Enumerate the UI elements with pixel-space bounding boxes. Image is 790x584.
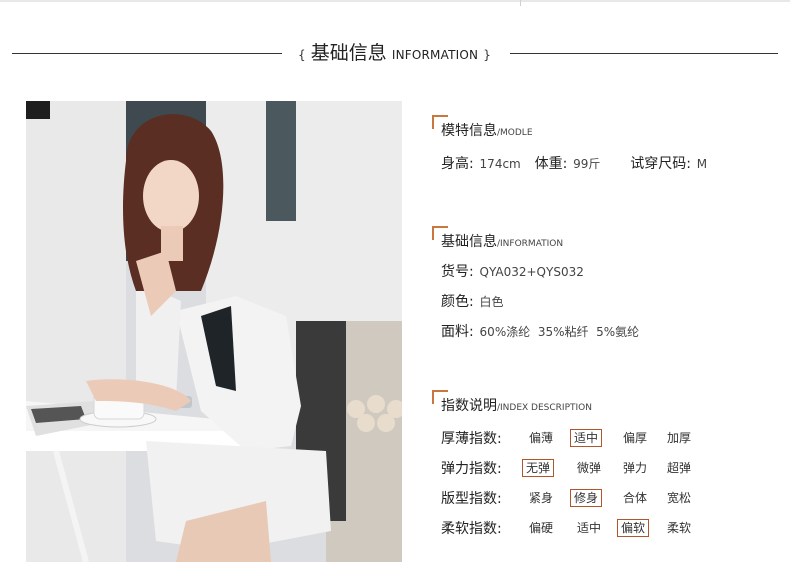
color-value: 白色	[479, 295, 504, 309]
basic-info-title-cn: 基础信息	[441, 234, 497, 250]
sku-row: 货号: QYA032+QYS032	[441, 261, 584, 281]
header-title-en: INFORMATION	[391, 48, 479, 62]
header-title: { 基础信息 INFORMATION }	[298, 38, 491, 68]
sku-value: QYA032+QYS032	[479, 265, 584, 279]
color-row: 颜色: 白色	[441, 291, 504, 311]
index-option: 弹力	[623, 461, 648, 475]
weight-value: 99斤	[573, 157, 601, 171]
header-brace-open: {	[298, 48, 306, 62]
index-option-selected: 适中	[570, 429, 603, 447]
index-option-selected: 偏软	[617, 519, 650, 537]
header-title-cn: 基础信息	[310, 42, 387, 64]
header-line-right	[510, 53, 778, 54]
height-value: 174cm	[479, 157, 521, 171]
index-option-selected: 修身	[570, 489, 603, 507]
header-line-left	[12, 53, 282, 54]
index-title-cn: 指数说明	[441, 398, 497, 414]
index-option: 适中	[577, 521, 602, 535]
index-label: 厚薄指数:	[441, 431, 502, 447]
index-label: 版型指数:	[441, 491, 502, 507]
index-option: 加厚	[667, 431, 692, 445]
index-title: 指数说明/INDEX DESCRIPTION	[441, 395, 592, 415]
index-title-en: /INDEX DESCRIPTION	[497, 403, 592, 413]
size-label: 试穿尺码:	[630, 156, 691, 172]
index-option: 偏厚	[623, 431, 648, 445]
basic-info-title-en: /INFORMATION	[497, 239, 564, 249]
index-option: 偏薄	[529, 431, 554, 445]
index-label: 柔软指数:	[441, 521, 502, 537]
height-label: 身高:	[441, 156, 474, 172]
header-brace-close: }	[483, 48, 491, 62]
model-info-title: 模特信息/MODLE	[441, 120, 533, 140]
index-option: 合体	[623, 491, 648, 505]
weight-label: 体重:	[534, 156, 568, 172]
index-option-selected: 无弹	[522, 459, 555, 477]
model-info-title-en: /MODLE	[497, 128, 533, 138]
sku-label: 货号:	[441, 264, 474, 280]
fabric-row: 面料: 60%涤纶 35%粘纤 5%氨纶	[441, 321, 639, 341]
model-measurements-row: 身高: 174cm 体重: 99斤 试穿尺码: M	[441, 153, 707, 173]
model-info-title-cn: 模特信息	[441, 123, 497, 139]
index-option: 超弹	[667, 461, 692, 475]
size-value: M	[696, 157, 708, 171]
top-divider-tick	[520, 0, 521, 6]
index-option: 柔软	[667, 521, 692, 535]
basic-info-title: 基础信息/INFORMATION	[441, 231, 563, 251]
index-option: 紧身	[529, 491, 554, 505]
fabric-value: 60%涤纶 35%粘纤 5%氨纶	[479, 325, 640, 339]
index-option: 偏硬	[529, 521, 554, 535]
top-divider	[0, 0, 790, 2]
index-option: 微弹	[577, 461, 602, 475]
fabric-label: 面料:	[441, 324, 474, 340]
index-label: 弹力指数:	[441, 461, 502, 477]
model-photo	[26, 101, 402, 562]
index-option: 宽松	[667, 491, 692, 505]
color-label: 颜色:	[441, 294, 474, 310]
section-header: { 基础信息 INFORMATION }	[0, 38, 790, 68]
